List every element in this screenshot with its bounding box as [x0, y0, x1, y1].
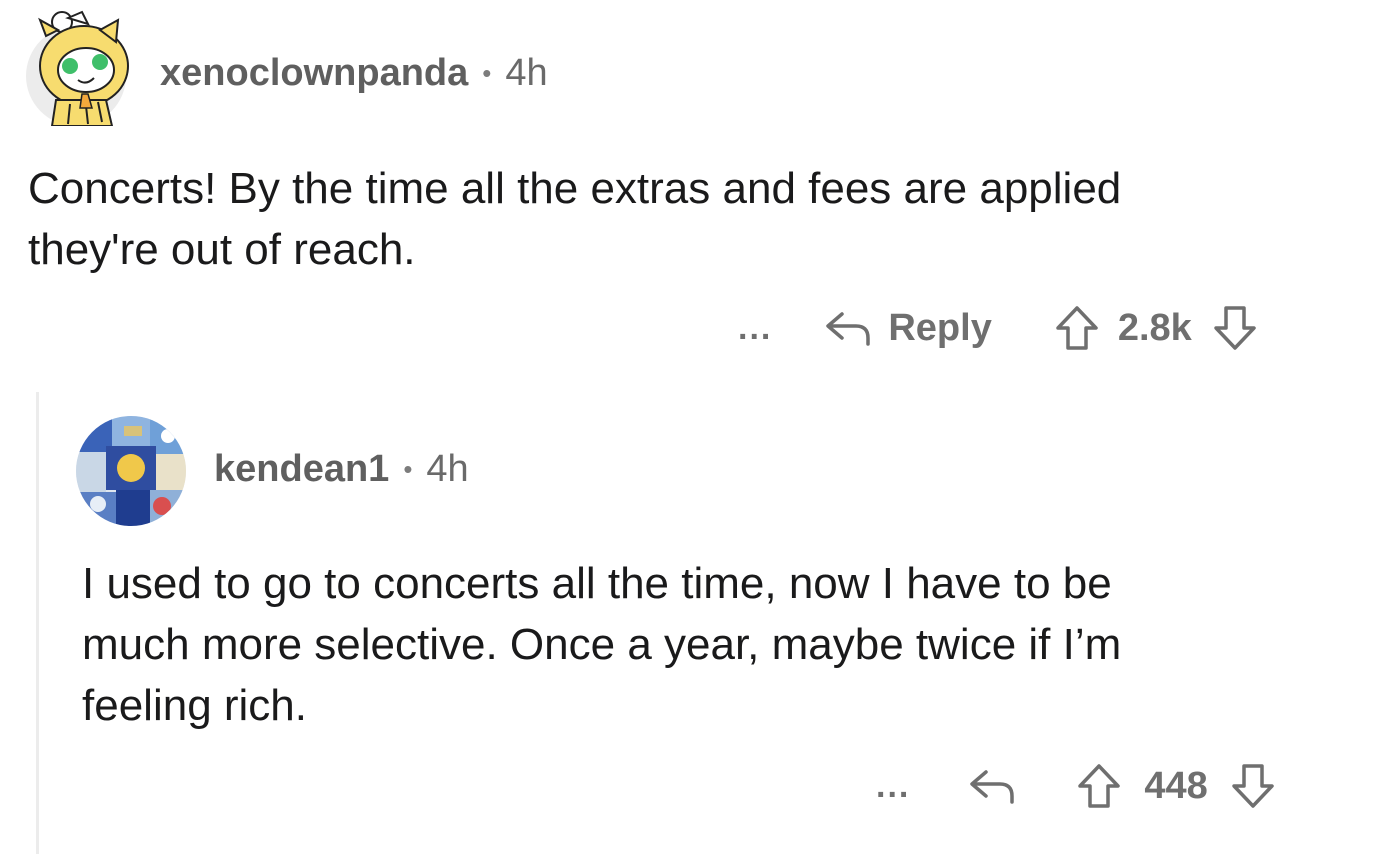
reply-arrow-icon [970, 770, 1015, 804]
reply-button[interactable] [968, 764, 1018, 808]
downvote-arrow-icon [1214, 306, 1256, 350]
username[interactable]: kendean1 [214, 448, 389, 491]
more-options-button[interactable]: ... [738, 309, 772, 348]
comment-text-line: Concerts! By the time all the extras and… [28, 164, 1122, 213]
comment-text-line: feeling rich. [82, 681, 308, 730]
comment-actions: ... Reply 2.8k [738, 298, 1258, 358]
meta-separator: • [403, 454, 413, 484]
comment-text-line: they're out of reach. [28, 225, 416, 274]
upvote-button[interactable] [1076, 762, 1122, 810]
comment-meta: kendean1 • 4h [214, 448, 469, 491]
user-avatar[interactable] [76, 416, 186, 526]
snoo-avatar-icon [26, 10, 129, 126]
comment-body: I used to go to concerts all the time, n… [82, 553, 1121, 736]
comment-age: 4h [505, 52, 548, 94]
upvote-button[interactable] [1054, 304, 1100, 352]
downvote-button[interactable] [1212, 304, 1258, 352]
username[interactable]: xenoclownpanda [160, 52, 468, 95]
mosaic-avatar-icon [76, 416, 186, 526]
comment-text-line: I used to go to concerts all the time, n… [82, 559, 1112, 608]
comment-body: Concerts! By the time all the extras and… [28, 158, 1121, 280]
downvote-arrow-icon [1232, 764, 1274, 808]
thread-line[interactable] [36, 392, 39, 854]
user-avatar[interactable] [22, 8, 130, 126]
more-options-button[interactable]: ... [876, 767, 910, 806]
reply-arrow-icon [826, 312, 871, 346]
upvote-arrow-icon [1078, 764, 1121, 808]
comment-text-line: much more selective. Once a year, maybe … [82, 620, 1122, 669]
meta-separator: • [482, 58, 492, 88]
upvote-arrow-icon [1056, 306, 1098, 350]
vote-score: 448 [1144, 764, 1208, 807]
comment-meta: xenoclownpanda • 4h [160, 52, 548, 95]
comment-actions: ... 448 [876, 756, 1276, 816]
comment-age: 4h [426, 448, 469, 490]
downvote-button[interactable] [1230, 762, 1276, 810]
reply-label: Reply [888, 306, 992, 349]
vote-score: 2.8k [1117, 306, 1192, 349]
reply-button[interactable]: Reply [824, 306, 992, 350]
